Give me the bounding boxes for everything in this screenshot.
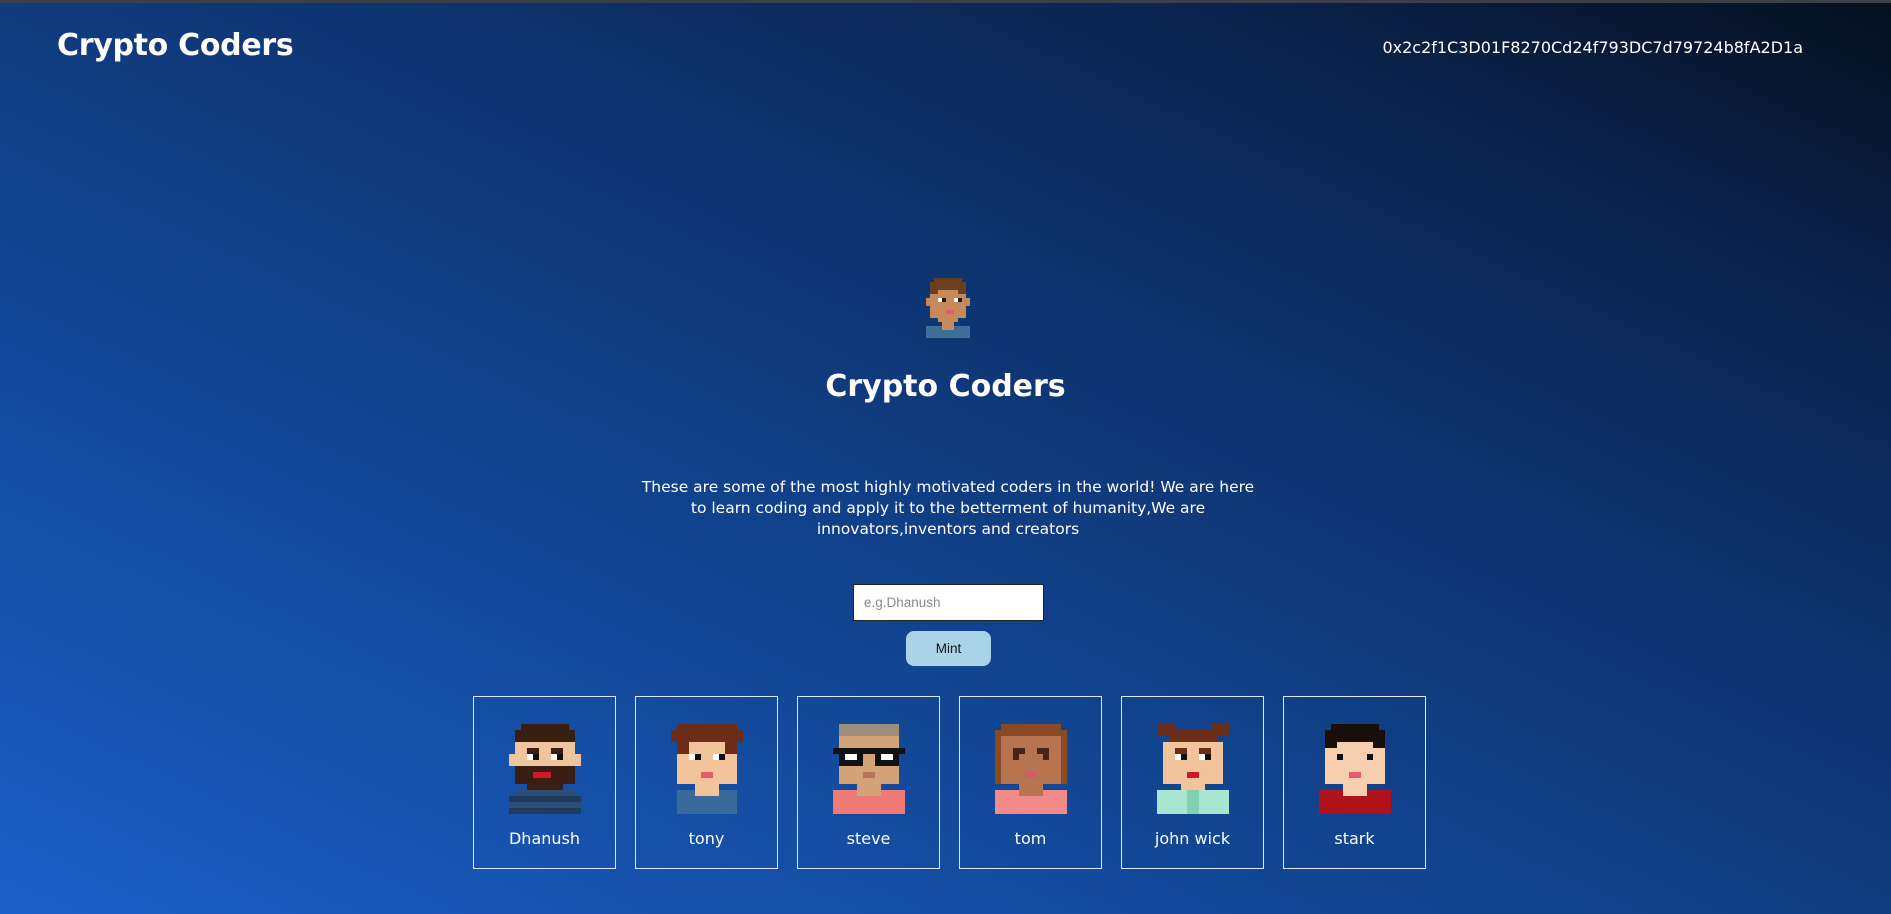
site-header: Crypto Coders 0x2c2f1C3D01F8270Cd24f793D…: [0, 0, 1891, 100]
pixel-avatar-curly-hair-icon: [995, 724, 1067, 814]
coder-card[interactable]: john wick: [1121, 696, 1264, 869]
pixel-avatar-bearded-icon: [509, 724, 581, 814]
pixel-avatar-pigtails-icon: [1157, 724, 1229, 814]
hero-title: Crypto Coders: [825, 369, 1066, 404]
pixel-avatar-glasses-icon: [833, 724, 905, 814]
coder-card[interactable]: Dhanush: [473, 696, 616, 869]
site-title[interactable]: Crypto Coders: [57, 28, 294, 63]
pixel-coder-avatar-icon: [926, 278, 970, 338]
coder-card[interactable]: steve: [797, 696, 940, 869]
coder-name: Dhanush: [508, 829, 581, 848]
name-input[interactable]: [853, 584, 1044, 621]
hero-description: These are some of the most highly motiva…: [641, 478, 1255, 538]
coder-name: john wick: [1154, 829, 1231, 848]
coder-card[interactable]: stark: [1283, 696, 1426, 869]
coder-name: steve: [846, 829, 891, 848]
mint-button[interactable]: Mint: [906, 631, 991, 666]
coder-name: tom: [1014, 829, 1047, 848]
coder-card[interactable]: tony: [635, 696, 778, 869]
pixel-avatar-black-hair-icon: [1319, 724, 1391, 814]
wallet-address: 0x2c2f1C3D01F8270Cd24f793DC7d79724b8fA2D…: [1382, 38, 1803, 57]
coder-name: tony: [688, 829, 725, 848]
coder-name: stark: [1334, 829, 1375, 848]
pixel-avatar-brown-hair-icon: [671, 724, 743, 814]
coder-card[interactable]: tom: [959, 696, 1102, 869]
